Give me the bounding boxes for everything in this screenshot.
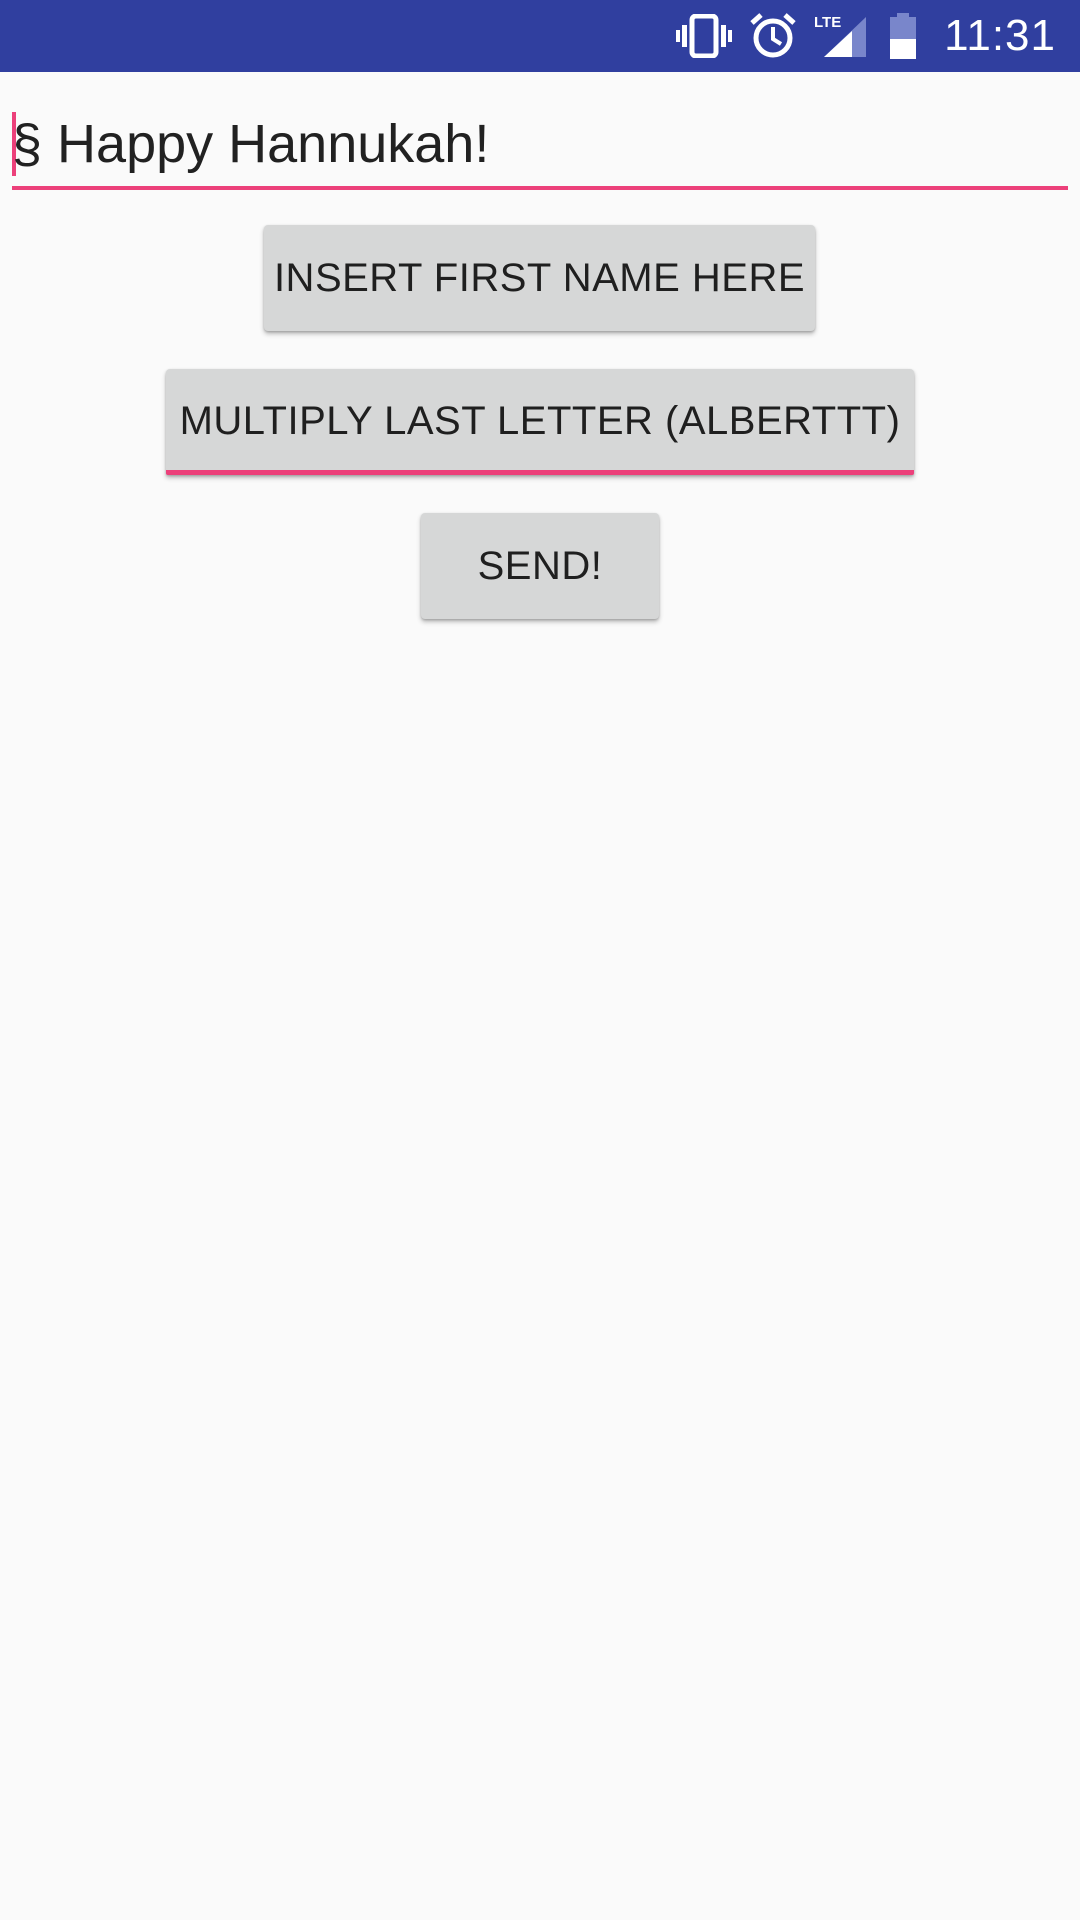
alarm-icon [750,13,796,59]
lte-label: LTE [814,14,841,31]
message-input[interactable]: § Happy Hannukah! [12,102,1068,190]
multiply-last-letter-button[interactable]: MULTIPLY LAST LETTER (ALBERTTT) [166,369,914,475]
status-icons: LTE 11:31 [676,0,1056,72]
lte-signal-icon: LTE [814,13,870,59]
vibrate-icon [676,14,733,58]
status-time: 11:31 [944,11,1056,60]
message-input-value: § Happy Hannukah! [12,114,490,174]
insert-first-name-button[interactable]: INSERT FIRST NAME HERE [264,225,815,331]
status-bar: LTE 11:31 [0,0,1080,72]
main-content: § Happy Hannukah! INSERT FIRST NAME HERE… [0,72,1080,1920]
send-button[interactable]: SEND! [421,513,659,619]
battery-icon [888,13,918,59]
